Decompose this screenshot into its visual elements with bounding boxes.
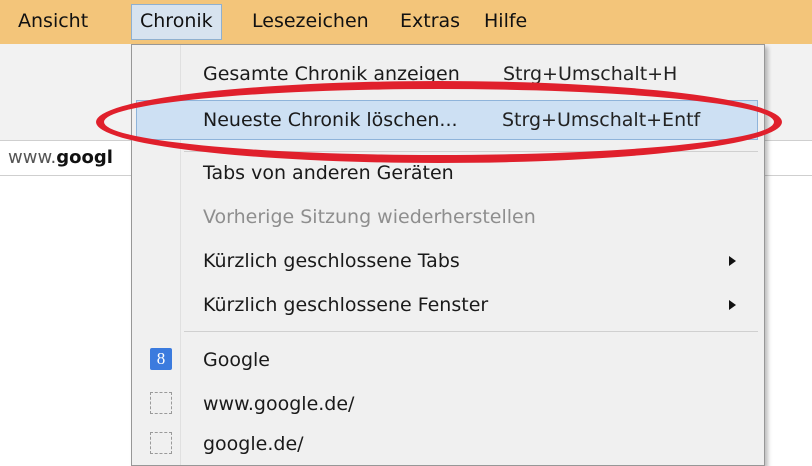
google-favicon-icon: 8	[150, 348, 172, 370]
menu-item-tabs-from-other-devices[interactable]: Tabs von anderen Geräten	[136, 154, 758, 194]
menu-item-restore-previous-session: Vorherige Sitzung wiederherstellen	[136, 198, 758, 238]
menu-hilfe[interactable]: Hilfe	[476, 6, 535, 38]
menu-extras-label: Extras	[400, 10, 461, 32]
menu-item-label: Google	[203, 349, 271, 371]
menu-chronik-label: Chronik	[140, 10, 213, 32]
menu-item-history-www-google-de[interactable]: www.google.de/	[136, 385, 758, 425]
menu-item-label: www.google.de/	[203, 393, 355, 415]
menu-item-label: google.de/	[203, 433, 304, 455]
menu-item-label: Neueste Chronik löschen...	[203, 109, 458, 131]
menu-extras[interactable]: Extras	[392, 6, 468, 38]
menu-item-recently-closed-tabs[interactable]: Kürzlich geschlossene Tabs	[136, 242, 758, 282]
menu-separator	[184, 151, 758, 152]
menu-item-history-google-de[interactable]: google.de/	[136, 425, 758, 465]
menu-item-label: Kürzlich geschlossene Fenster	[203, 294, 489, 316]
menu-item-clear-recent-history[interactable]: Neueste Chronik löschen... Strg+Umschalt…	[136, 100, 758, 140]
menu-item-label: Kürzlich geschlossene Tabs	[203, 250, 460, 272]
url-text: www.googl	[8, 147, 113, 168]
menu-ansicht[interactable]: Ansicht	[10, 6, 96, 38]
submenu-arrow-icon	[729, 300, 736, 310]
chronik-dropdown-menu: Gesamte Chronik anzeigen Strg+Umschalt+H…	[131, 44, 765, 466]
menu-item-show-all-history[interactable]: Gesamte Chronik anzeigen Strg+Umschalt+H	[136, 55, 758, 95]
menu-lesezeichen-label: Lesezeichen	[252, 10, 369, 32]
url-prefix: www.	[8, 147, 57, 168]
blank-page-icon	[150, 432, 172, 454]
url-domain: googl	[56, 147, 113, 168]
menu-item-label: Gesamte Chronik anzeigen	[203, 63, 460, 85]
blank-page-icon	[150, 392, 172, 414]
menu-item-history-google[interactable]: 8 Google	[136, 341, 758, 381]
menu-item-label: Tabs von anderen Geräten	[203, 162, 454, 184]
menu-item-label: Vorherige Sitzung wiederherstellen	[203, 206, 536, 228]
menu-separator	[184, 331, 758, 332]
menu-item-recently-closed-windows[interactable]: Kürzlich geschlossene Fenster	[136, 286, 758, 326]
menu-lesezeichen[interactable]: Lesezeichen	[244, 6, 377, 38]
submenu-arrow-icon	[729, 256, 736, 266]
menu-item-shortcut: Strg+Umschalt+Entf	[502, 109, 701, 131]
menu-ansicht-label: Ansicht	[18, 10, 89, 32]
menu-item-shortcut: Strg+Umschalt+H	[503, 63, 678, 85]
menu-hilfe-label: Hilfe	[484, 10, 528, 32]
menu-bar: Ansicht Chronik Lesezeichen Extras Hilfe	[0, 0, 812, 44]
menu-chronik[interactable]: Chronik	[131, 4, 222, 40]
